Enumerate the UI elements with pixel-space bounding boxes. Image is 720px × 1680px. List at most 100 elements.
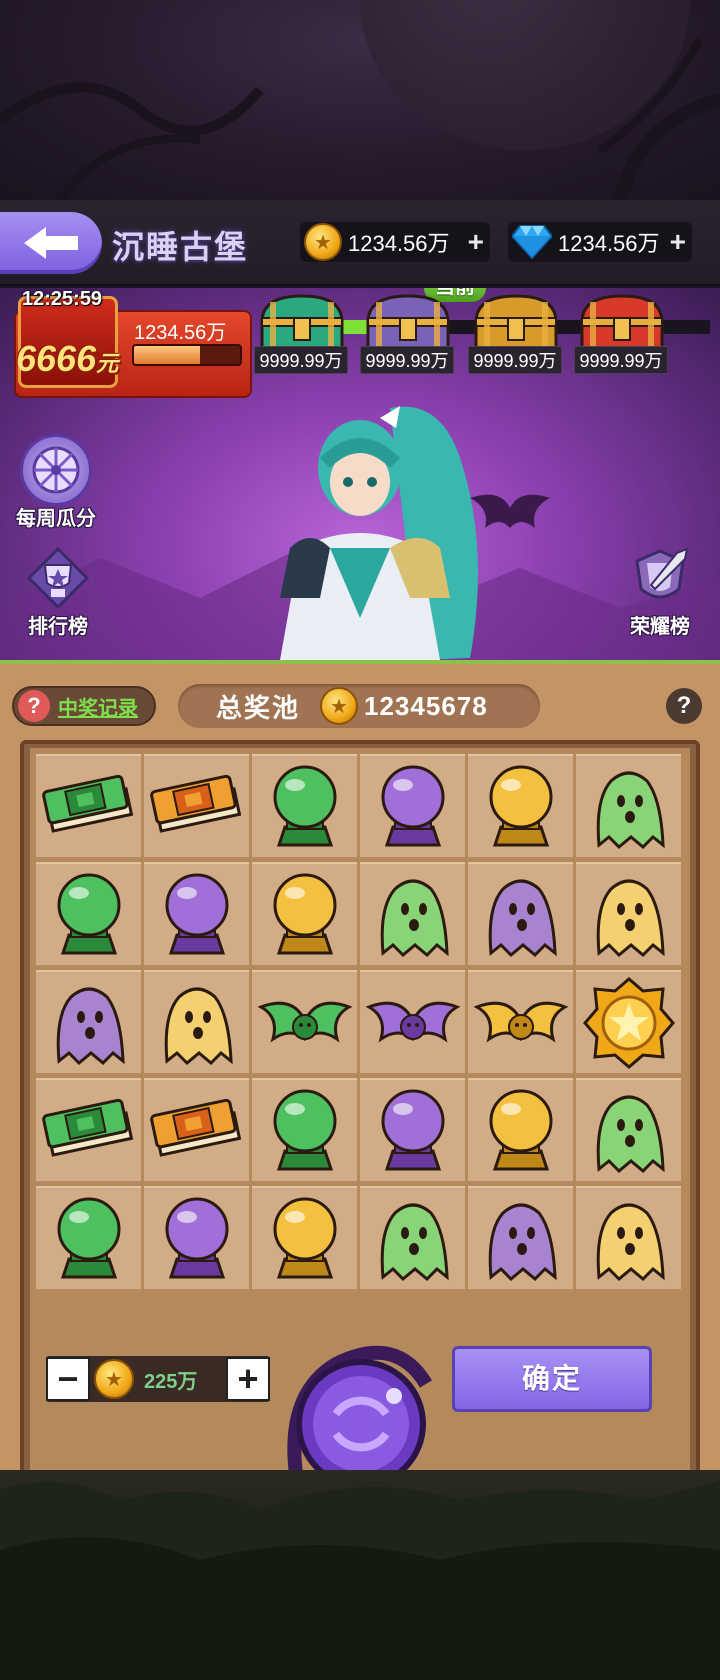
slot-grid xyxy=(36,754,684,1292)
ranking-button[interactable]: 排行榜 xyxy=(8,542,108,639)
help-button[interactable]: ? xyxy=(666,688,702,724)
ranking-label: 排行榜 xyxy=(28,616,88,638)
chest-value-label: 9999.99万 xyxy=(254,346,348,374)
gold-bat-icon xyxy=(472,1001,569,1042)
red-pack-progress xyxy=(132,344,242,366)
grid-cell[interactable] xyxy=(36,970,141,1075)
gold-orb-icon xyxy=(273,1197,336,1278)
purple-bat-icon xyxy=(364,1001,461,1042)
grid-cell[interactable] xyxy=(360,970,465,1075)
grid-cell[interactable] xyxy=(252,862,357,967)
red-pack-value: 1234.56万 xyxy=(134,322,227,344)
prize-pool-value: 12345678 xyxy=(364,690,488,721)
win-records-button[interactable]: ? 中奖记录 xyxy=(12,686,156,726)
grid-cell[interactable] xyxy=(36,1186,141,1291)
gem-currency: 1234.56万 + xyxy=(508,222,692,262)
purple-ghost-icon xyxy=(488,879,557,957)
gold-orb-icon xyxy=(489,765,552,846)
red-pack-unit: 元 xyxy=(96,351,119,376)
grid-cell[interactable] xyxy=(252,1186,357,1291)
grid-cell[interactable] xyxy=(360,1078,465,1183)
grid-cell[interactable] xyxy=(252,1078,357,1183)
grid-cell[interactable] xyxy=(252,754,357,859)
grid-cell[interactable] xyxy=(144,1078,249,1183)
grid-cell[interactable] xyxy=(36,1078,141,1183)
prize-pool: 总奖池 ★ 12345678 xyxy=(178,684,540,728)
prize-pool-label: 总奖池 xyxy=(216,692,301,723)
gold-coin-icon: ★ xyxy=(94,1359,134,1399)
green-ghost-icon xyxy=(380,1203,449,1281)
purple-ghost-icon xyxy=(56,987,125,1065)
increase-bet-button[interactable]: + xyxy=(226,1357,270,1401)
top-bar: 沉睡古堡 ★ 1234.56万 + 1234.56万 + xyxy=(0,200,720,286)
red-pack-amount: 6666元 xyxy=(16,338,118,380)
chest-value-label: 9999.99万 xyxy=(360,346,454,374)
green-orb-icon xyxy=(273,1089,336,1170)
add-gold-button[interactable]: + xyxy=(468,228,484,256)
trophy-icon xyxy=(22,542,94,614)
back-button[interactable] xyxy=(0,212,102,274)
chest-value-label: 9999.99万 xyxy=(574,346,668,374)
bet-display: ★ 225万 xyxy=(90,1359,226,1399)
gold-orb-icon xyxy=(489,1089,552,1170)
grid-cell[interactable] xyxy=(360,754,465,859)
grid-cell[interactable] xyxy=(576,970,681,1075)
grid-cell[interactable] xyxy=(144,1186,249,1291)
green-bat-icon xyxy=(256,1001,353,1042)
orange-book-icon xyxy=(149,774,241,833)
weekly-share-button[interactable]: 每周瓜分 xyxy=(6,434,106,531)
back-arrow-icon xyxy=(24,227,78,259)
grid-cell[interactable] xyxy=(36,862,141,967)
forest-background xyxy=(0,1470,720,1680)
green-ghost-icon xyxy=(380,879,449,957)
countdown-timer: 12:25:59 xyxy=(22,288,103,310)
grid-cell[interactable] xyxy=(360,1186,465,1291)
grid-cell[interactable] xyxy=(252,970,357,1075)
grid-cell[interactable] xyxy=(468,754,573,859)
green-orb-icon xyxy=(57,1197,120,1278)
grid-cell[interactable] xyxy=(36,754,141,859)
green-orb-icon xyxy=(57,873,120,954)
weekly-share-label: 每周瓜分 xyxy=(16,508,96,530)
grid-cell[interactable] xyxy=(576,754,681,859)
gold-orb-icon xyxy=(273,873,336,954)
question-icon: ? xyxy=(18,690,50,722)
gold-ghost-icon xyxy=(164,987,233,1065)
grid-cell[interactable] xyxy=(468,1078,573,1183)
gold-medal-icon xyxy=(582,976,675,1069)
red-pack-progress-fill xyxy=(134,346,200,364)
green-orb-icon xyxy=(273,765,336,846)
gold-amount: 1234.56万 xyxy=(348,231,450,256)
purple-orb-icon xyxy=(381,765,444,846)
grid-cell[interactable] xyxy=(468,862,573,967)
orange-book-icon xyxy=(149,1098,241,1157)
grid-cell[interactable] xyxy=(576,1078,681,1183)
gold-ghost-icon xyxy=(596,879,665,957)
green-book-icon xyxy=(41,774,133,833)
green-ghost-icon xyxy=(596,771,665,849)
hero-banner: 12:25:59 6666元 1234.56万 当前 9999.99万9999.… xyxy=(0,288,720,660)
diamond-icon xyxy=(512,225,552,260)
honor-button[interactable]: 荣耀榜 xyxy=(610,542,710,639)
grid-cell[interactable] xyxy=(468,970,573,1075)
grid-cell[interactable] xyxy=(576,1186,681,1291)
confirm-button[interactable]: 确定 xyxy=(452,1346,652,1412)
green-book-icon xyxy=(41,1098,133,1157)
gold-coin-icon: ★ xyxy=(304,223,342,261)
bat-silhouette xyxy=(470,494,550,528)
chest-value-label: 9999.99万 xyxy=(468,346,562,374)
sky-background xyxy=(0,0,720,200)
grid-cell[interactable] xyxy=(468,1186,573,1291)
purple-ghost-icon xyxy=(488,1203,557,1281)
grid-cell[interactable] xyxy=(144,970,249,1075)
gold-coin-icon: ★ xyxy=(320,687,359,725)
red-pack-amount-value: 6666 xyxy=(16,338,97,379)
gem-amount: 1234.56万 xyxy=(558,231,660,256)
grid-cell[interactable] xyxy=(144,862,249,967)
add-gem-button[interactable]: + xyxy=(670,228,686,256)
grid-cell[interactable] xyxy=(576,862,681,967)
decrease-bet-button[interactable]: − xyxy=(46,1357,90,1401)
grid-cell[interactable] xyxy=(360,862,465,967)
grid-cell[interactable] xyxy=(144,754,249,859)
green-ghost-icon xyxy=(596,1095,665,1173)
